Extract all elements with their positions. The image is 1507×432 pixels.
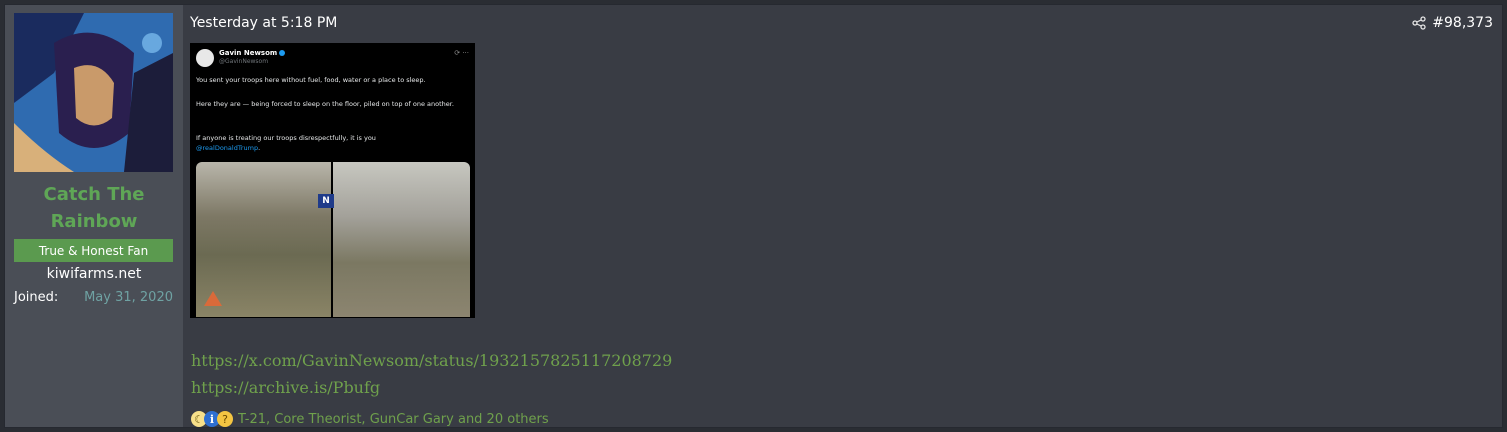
username[interactable]: Catch The Rainbow [5,181,183,235]
post-number-link[interactable]: #98,373 [1432,15,1493,31]
tweet-author-avatar [196,49,214,67]
share-icon[interactable] [1411,15,1427,31]
reactions-bar: ☾ i ? T-21, Core Theorist, GunCar Gary a… [191,410,549,428]
user-sidebar: Catch The Rainbow True & Honest Fan kiwi… [5,5,183,427]
thinking-icon: ? [217,411,233,427]
tweet-photo-right [333,162,470,317]
post-timestamp[interactable]: Yesterday at 5:18 PM [190,15,337,31]
warning-icon [204,291,222,306]
news-badge-icon: N [318,194,334,208]
tweet-author-name: Gavin Newsom [219,49,286,57]
user-site: kiwifarms.net [46,266,142,282]
forum-post: Catch The Rainbow True & Honest Fan kiwi… [4,4,1503,428]
tweet-text-line: You sent your troops here without fuel, … [196,76,426,84]
user-title-banner: True & Honest Fan [14,239,173,262]
tweet-text-line: If anyone is treating our troops disresp… [196,134,376,152]
tweet-mention: @realDonaldTrump [196,144,259,152]
tweet-author-handle: @GavinNewsom [219,58,269,65]
tweet-url-link[interactable]: https://x.com/GavinNewsom/status/1932157… [191,351,672,370]
reaction-users-link[interactable]: T-21, Core Theorist, GunCar Gary and 20 … [238,412,549,427]
tweet-menu-icon: ⟳ ··· [454,49,469,57]
verified-icon [279,50,286,56]
archive-url-link[interactable]: https://archive.is/Pbufg [191,378,380,397]
avatar[interactable] [14,13,173,172]
tweet-screenshot-image[interactable]: Gavin Newsom @GavinNewsom ⟳ ··· You sent… [190,43,475,318]
tweet-text-line: Here they are — being forced to sleep on… [196,100,454,108]
joined-date: May 31, 2020 [84,290,173,305]
joined-label: Joined: [14,290,59,305]
